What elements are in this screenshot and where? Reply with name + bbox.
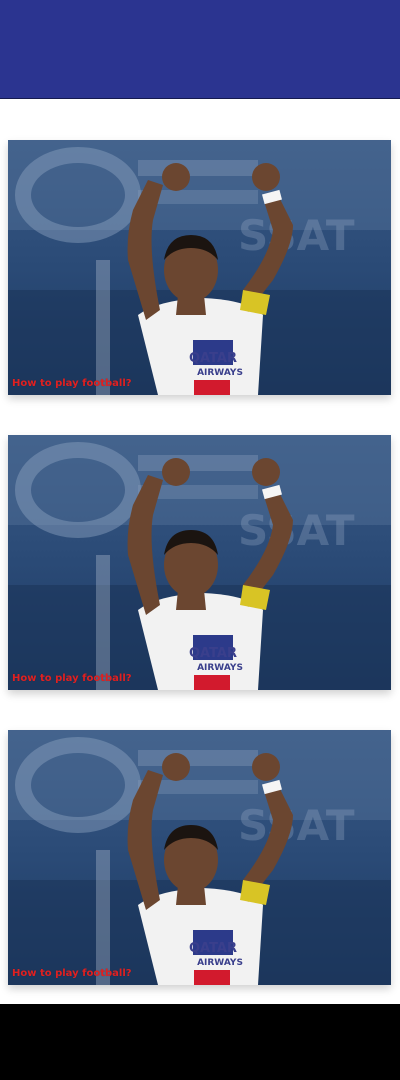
svg-text:SSAT: SSAT: [238, 801, 355, 850]
football-player-image-icon: SSAT QATAR AIRWAYS: [8, 730, 391, 985]
svg-text:SSAT: SSAT: [238, 506, 355, 555]
post-caption[interactable]: How to play football?: [12, 674, 132, 684]
post-card[interactable]: SSAT QATAR AIRWAYS How to play football?: [8, 140, 391, 395]
app-header: [0, 0, 400, 99]
svg-text:QATAR: QATAR: [189, 351, 237, 366]
svg-text:AIRWAYS: AIRWAYS: [197, 663, 243, 673]
bottom-bar: [0, 1004, 400, 1080]
football-player-image-icon: SSAT QATAR AIRWAYS: [8, 435, 391, 690]
post-card[interactable]: SSAT QATAR AIRWAYS How to play football?: [8, 435, 391, 690]
svg-text:AIRWAYS: AIRWAYS: [197, 368, 243, 378]
svg-text:QATAR: QATAR: [189, 941, 237, 956]
football-player-image-icon: SSAT QATAR AIRWAYS: [8, 140, 391, 395]
post-feed: SSAT QATAR AIRWAYS How to play football?: [0, 99, 400, 1004]
svg-text:QATAR: QATAR: [189, 646, 237, 661]
post-card[interactable]: SSAT QATAR AIRWAYS How to play football?: [8, 730, 391, 985]
post-caption[interactable]: How to play football?: [12, 379, 132, 389]
svg-text:SSAT: SSAT: [238, 211, 355, 260]
post-caption[interactable]: How to play football?: [12, 969, 132, 979]
svg-text:AIRWAYS: AIRWAYS: [197, 958, 243, 968]
